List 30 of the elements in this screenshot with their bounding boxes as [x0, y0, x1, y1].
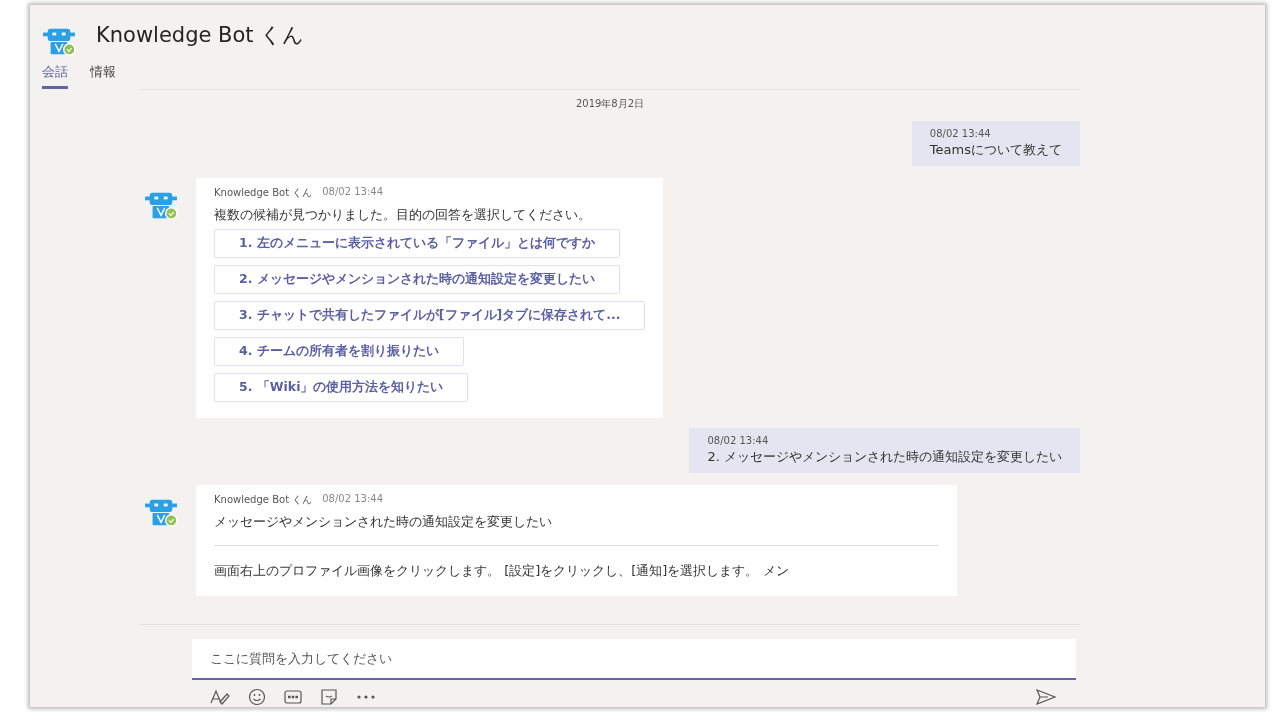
message-time: 08/02 13:44 — [707, 435, 770, 446]
message-text: メッセージやメンションされた時の通知設定を変更したい — [214, 513, 553, 531]
date-divider: 2019年8月2日 — [575, 98, 645, 109]
message-text: Teamsについて教えて — [929, 141, 1062, 159]
robot-avatar-icon — [144, 190, 178, 220]
window-title: Knowledge Bot くん — [96, 22, 305, 49]
sender-name: Knowledge Bot くん — [214, 186, 313, 200]
message-time: 08/02 13:44 — [322, 493, 384, 506]
tab[interactable]: 会話 — [42, 59, 68, 89]
message-body: 画面右上のプロファイル画像をクリックします。 [設定]をクリックし、[通知]を選択します。 メン — [214, 562, 790, 580]
more-icon[interactable] — [356, 694, 376, 700]
answer-option-button[interactable]: 2. メッセージやメンションされた時の通知設定を変更したい — [214, 265, 620, 294]
tab[interactable]: 情報 — [90, 59, 116, 89]
format-icon[interactable] — [210, 689, 230, 705]
robot-avatar-icon — [42, 26, 76, 56]
answer-option-button[interactable]: 4. チームの所有者を割り振りたい — [214, 337, 464, 366]
gif-icon[interactable] — [284, 689, 302, 705]
message-text: 複数の候補が見つかりました。目的の回答を選択してください。 — [214, 206, 592, 224]
answer-option-button[interactable]: 1. 左のメニューに表示されている「ファイル」とは何ですか — [214, 229, 620, 258]
message-text: 2. メッセージやメンションされた時の通知設定を変更したい — [707, 448, 1062, 466]
message-input-field[interactable]: ここに質問を入力してください — [192, 639, 1076, 680]
answer-option-button[interactable]: 3. チャットで共有したファイルが[ファイル]タブに保存されて... — [214, 301, 646, 330]
robot-avatar-icon — [144, 497, 178, 527]
message-time: 08/02 13:44 — [929, 128, 992, 139]
emoji-icon[interactable] — [248, 688, 266, 706]
send-icon[interactable] — [1036, 689, 1056, 705]
sender-name: Knowledge Bot くん — [214, 493, 313, 507]
message-time: 08/02 13:44 — [322, 186, 384, 199]
answer-option-button[interactable]: 5. 「Wiki」の使用方法を知りたい — [214, 373, 469, 402]
sticker-icon[interactable] — [320, 688, 338, 706]
